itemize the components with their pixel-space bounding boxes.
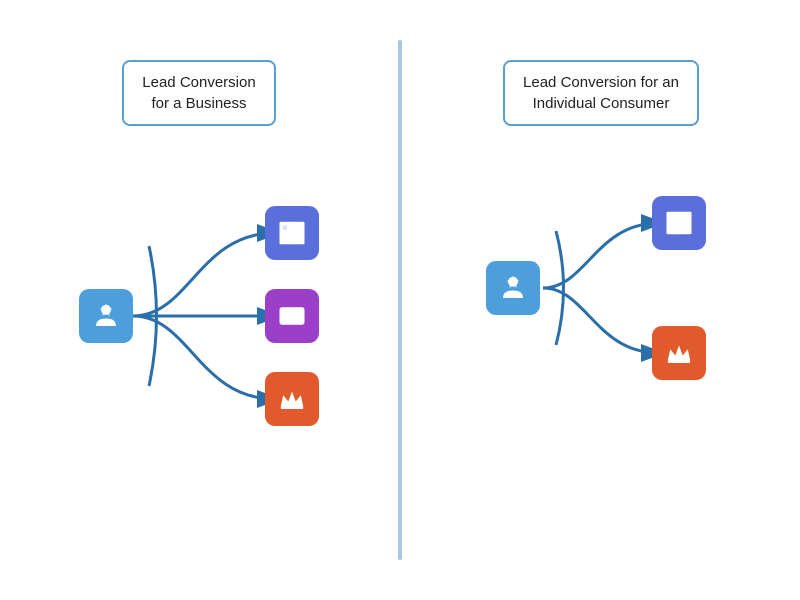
right-account-icon [652,196,706,250]
right-diagram [476,176,726,416]
left-contact-icon [265,289,319,343]
left-opportunity-icon [265,372,319,426]
left-diagram [59,176,339,456]
main-container: Lead Conversionfor a Business [0,0,800,600]
right-panel: Lead Conversion for anIndividual Consume… [402,0,800,600]
right-title: Lead Conversion for anIndividual Consume… [503,60,699,126]
left-panel: Lead Conversionfor a Business [0,0,398,600]
left-account-icon [265,206,319,260]
left-title: Lead Conversionfor a Business [122,60,275,126]
right-opportunity-icon [652,326,706,380]
left-lead-icon [79,289,133,343]
right-lead-icon [486,261,540,315]
